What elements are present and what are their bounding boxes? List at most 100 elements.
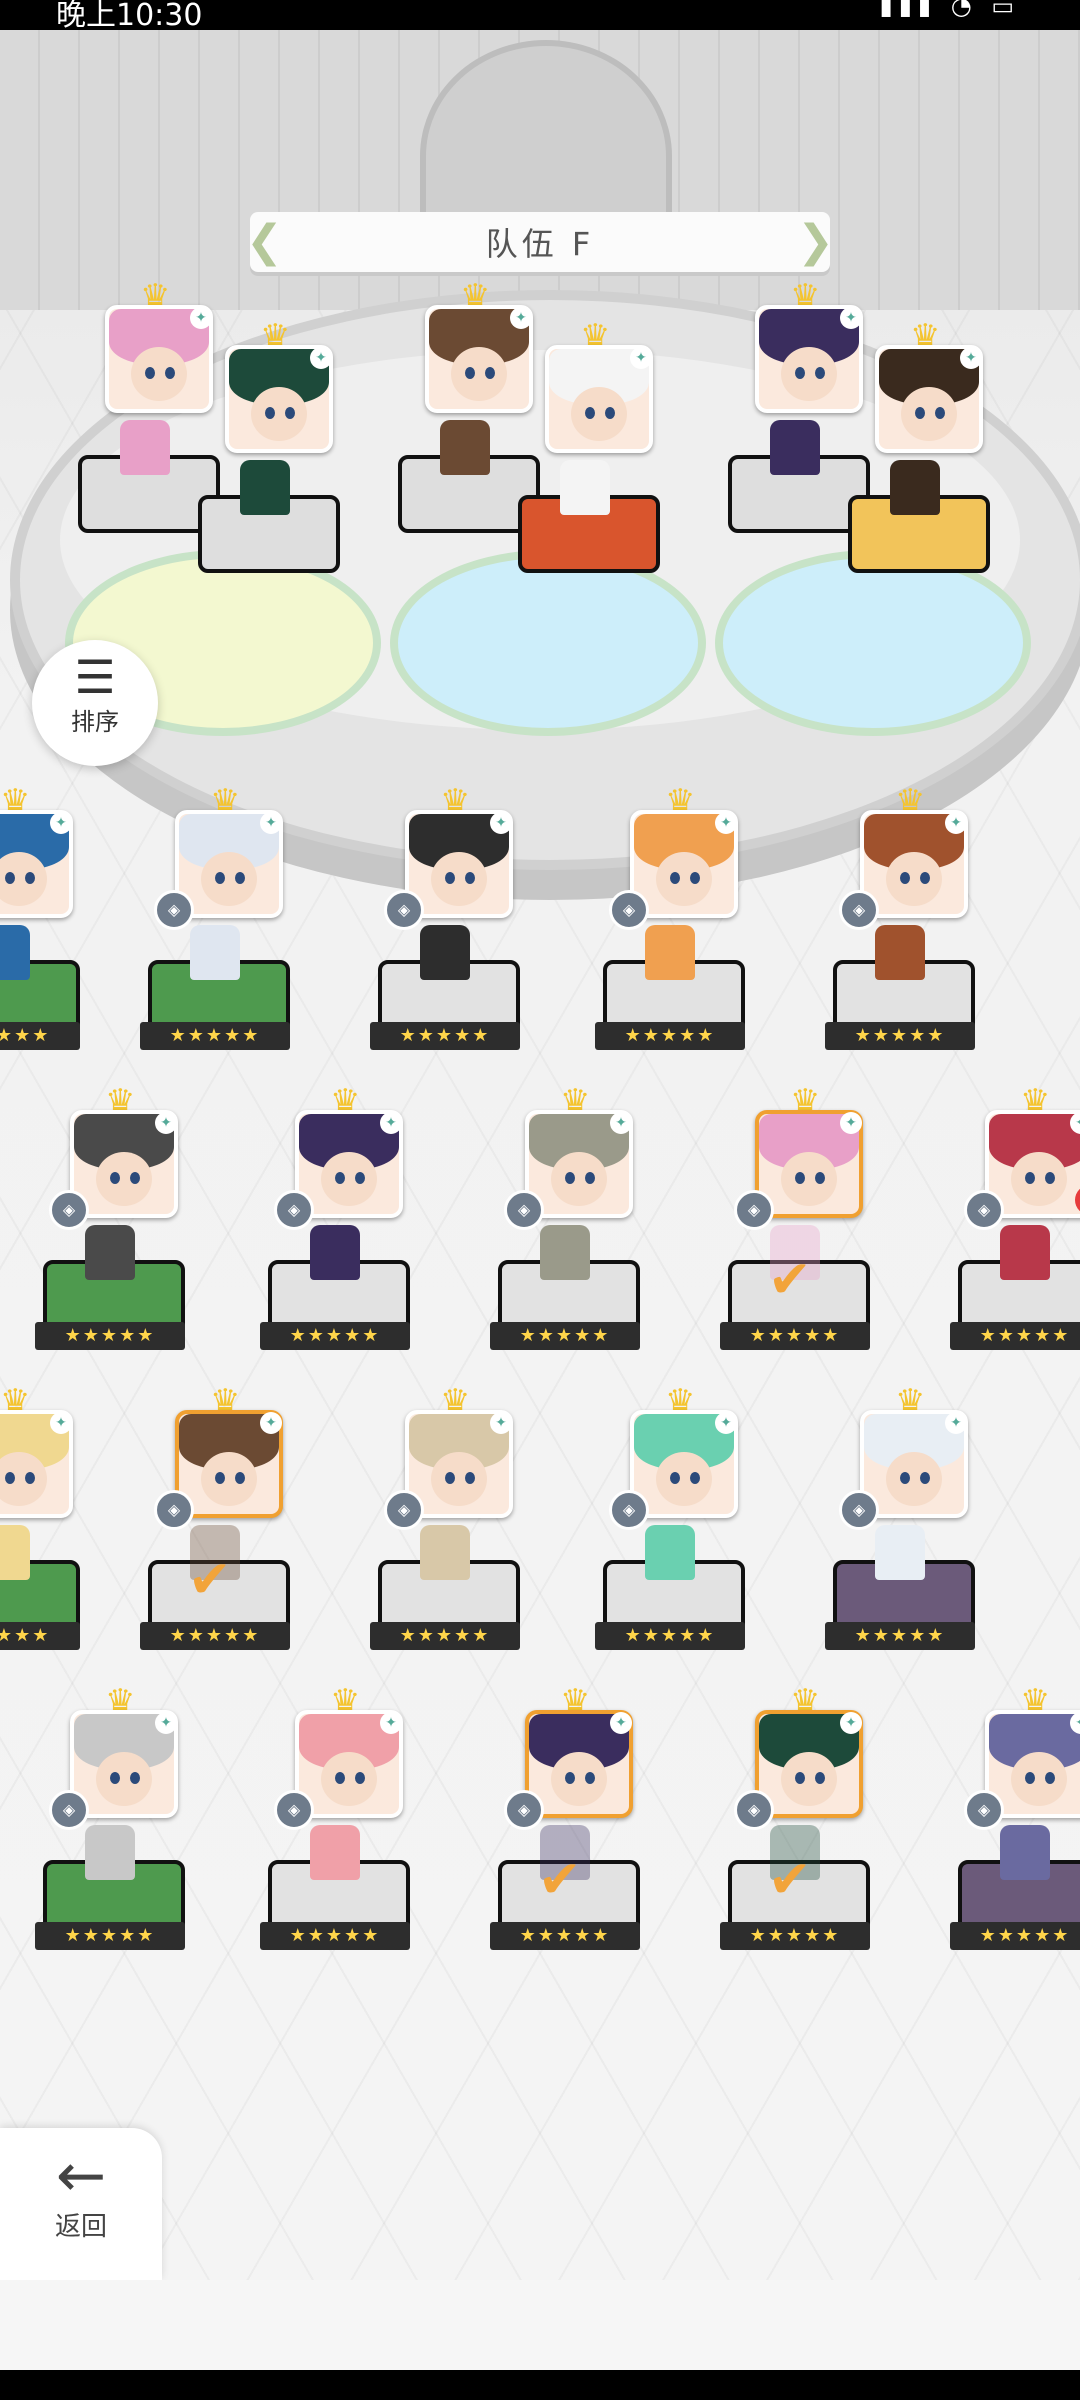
portrait-eye: [445, 1472, 455, 1484]
roster-hero-1[interactable]: ♛✦◈★★★★★: [0, 782, 80, 1090]
element-icon: ✦: [715, 1412, 737, 1434]
portrait-eye: [130, 1172, 140, 1184]
roster-hero-18[interactable]: ♛ ✦ ◈ ★★★★★ ✔: [490, 1682, 640, 1990]
roster-hero-3[interactable]: ♛ ✦ ◈ ★★★★★: [370, 782, 520, 1090]
star-rating: ★★★★★: [825, 1022, 975, 1050]
roster-hero-10[interactable]: ♛✦◈★★★★★!: [950, 1082, 1080, 1390]
portrait-eye: [815, 367, 825, 379]
star-rating: ★★★★★: [595, 1022, 745, 1050]
star-rating: ★★★★★: [140, 1022, 290, 1050]
roster-hero-15[interactable]: ♛ ✦ ◈ ★★★★★: [825, 1382, 975, 1690]
portrait-face: [201, 852, 257, 906]
rank-badge-icon: ◈: [384, 890, 424, 930]
roster-hero-13[interactable]: ♛ ✦ ◈ ★★★★★: [370, 1382, 520, 1690]
rank-badge-icon: ◈: [504, 1790, 544, 1830]
rank-badge-icon: ◈: [49, 1190, 89, 1230]
rank-badge-icon: ◈: [49, 1790, 89, 1830]
portrait-face: [551, 1152, 607, 1206]
team-slot-hero-6[interactable]: ♛ ✦: [840, 317, 990, 625]
element-icon: ✦: [840, 1112, 862, 1134]
roster-hero-19[interactable]: ♛ ✦ ◈ ★★★★★ ✔: [720, 1682, 870, 1990]
sort-button[interactable]: ☰ 排序: [32, 640, 158, 766]
element-icon: ✦: [310, 347, 332, 369]
rank-badge-icon: ◈: [504, 1190, 544, 1230]
portrait-eye: [130, 1772, 140, 1784]
star-rating: ★★★★★: [260, 1922, 410, 1950]
star-rating: ★★★★★: [260, 1322, 410, 1350]
portrait-eye: [690, 1472, 700, 1484]
roster-hero-9[interactable]: ♛ ✦ ◈ ★★★★★ ✔: [720, 1082, 870, 1390]
portrait-eye: [1025, 1172, 1035, 1184]
roster-hero-5[interactable]: ♛ ✦ ◈ ★★★★★: [825, 782, 975, 1090]
star-rating: ★★★★★: [35, 1922, 185, 1950]
portrait-eye: [565, 1772, 575, 1784]
star-rating: ★★★★★: [950, 1322, 1080, 1350]
status-time: 晚上10:30: [56, 0, 203, 33]
portrait-eye: [585, 1772, 595, 1784]
element-icon: ✦: [155, 1112, 177, 1134]
roster-hero-17[interactable]: ♛ ✦ ◈ ★★★★★: [260, 1682, 410, 1990]
portrait-eye: [1045, 1172, 1055, 1184]
portrait-eye: [795, 1772, 805, 1784]
portrait-face: [431, 852, 487, 906]
portrait-eye: [900, 1472, 910, 1484]
roster-hero-8[interactable]: ♛ ✦ ◈ ★★★★★: [490, 1082, 640, 1390]
portrait-eye: [920, 872, 930, 884]
portrait-eye: [815, 1172, 825, 1184]
hero-sprite: [420, 1525, 470, 1580]
portrait-face: [656, 852, 712, 906]
element-icon: ✦: [260, 812, 282, 834]
star-rating: ★★★★★: [370, 1022, 520, 1050]
portrait-eye: [165, 367, 175, 379]
roster-hero-14[interactable]: ♛ ✦ ◈ ★★★★★: [595, 1382, 745, 1690]
roster-hero-16[interactable]: ♛ ✦ ◈ ★★★★★: [35, 1682, 185, 1990]
team-slot-hero-4[interactable]: ♛ ✦: [510, 317, 660, 625]
roster-hero-6[interactable]: ♛ ✦ ◈ ★★★★★: [35, 1082, 185, 1390]
hero-sprite: [645, 925, 695, 980]
hero-sprite: [0, 925, 30, 980]
checkmark-icon: ✔: [538, 1850, 582, 1910]
roster-hero-4[interactable]: ♛ ✦ ◈ ★★★★★: [595, 782, 745, 1090]
portrait-eye: [465, 367, 475, 379]
portrait-face: [571, 387, 627, 441]
rank-badge-icon: ◈: [609, 1490, 649, 1530]
portrait-eye: [265, 407, 275, 419]
rank-badge-icon: ◈: [274, 1190, 314, 1230]
back-button[interactable]: ← 返回: [0, 2128, 162, 2280]
portrait-eye: [335, 1172, 345, 1184]
portrait-eye: [585, 1172, 595, 1184]
star-rating: ★★★★★: [950, 1922, 1080, 1950]
rank-badge-icon: ◈: [734, 1790, 774, 1830]
team-slot-hero-2[interactable]: ♛ ✦: [190, 317, 340, 625]
roster-hero-7[interactable]: ♛ ✦ ◈ ★★★★★: [260, 1082, 410, 1390]
portrait-eye: [235, 1472, 245, 1484]
rank-badge-icon: ◈: [154, 1490, 194, 1530]
portrait-face: [201, 1452, 257, 1506]
portrait-face: [886, 1452, 942, 1506]
portrait-eye: [670, 1472, 680, 1484]
hero-sprite: [85, 1825, 135, 1880]
chevron-left-icon[interactable]: ❮: [246, 216, 283, 267]
portrait-eye: [445, 872, 455, 884]
checkmark-icon: ✔: [768, 1250, 812, 1310]
star-rating: ★★★★★: [490, 1922, 640, 1950]
hero-sprite: [420, 925, 470, 980]
roster-hero-2[interactable]: ♛ ✦ ◈ ★★★★★: [140, 782, 290, 1090]
portrait-face: [131, 347, 187, 401]
roster-hero-12[interactable]: ♛ ✦ ◈ ★★★★★ ✔: [140, 1382, 290, 1690]
team-banner[interactable]: ❮ 队伍 F ❯: [246, 212, 834, 272]
hero-sprite: [440, 420, 490, 475]
roster-hero-20[interactable]: ♛✦◈★★★★★: [950, 1682, 1080, 1990]
star-rating: ★★★★★: [35, 1322, 185, 1350]
element-icon: ✦: [50, 1412, 72, 1434]
hero-sprite: [310, 1825, 360, 1880]
hero-sprite: [560, 460, 610, 515]
status-icons: ▮▮▮ ◔ ▭: [879, 0, 1020, 20]
portrait-eye: [795, 1172, 805, 1184]
element-icon: ✦: [630, 347, 652, 369]
chevron-right-icon[interactable]: ❯: [797, 216, 834, 267]
hero-sprite: [875, 925, 925, 980]
star-rating: ★★★★★: [595, 1622, 745, 1650]
roster-hero-11[interactable]: ♛✦◈★★★★★: [0, 1382, 80, 1690]
portrait-face: [1011, 1152, 1067, 1206]
